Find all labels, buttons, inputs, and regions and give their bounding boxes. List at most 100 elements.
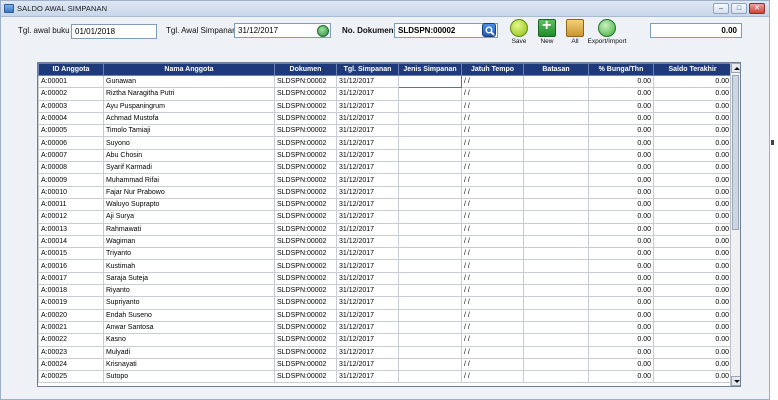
cell-nama-anggota[interactable]: Muhammad Rifai: [103, 173, 275, 187]
cell-bunga[interactable]: 0.00: [588, 173, 654, 187]
cell-jenis-simpanan[interactable]: [398, 345, 462, 359]
cell-dokumen[interactable]: SLDSPN:00002: [274, 308, 337, 322]
cell-tgl-simpanan[interactable]: 31/12/2017: [336, 111, 399, 126]
cell-dokumen[interactable]: SLDSPN:00002: [274, 234, 337, 249]
maximize-button[interactable]: □: [731, 3, 747, 14]
cell-saldo-terakhir[interactable]: 0.00: [653, 222, 732, 236]
cell-tgl-simpanan[interactable]: 31/12/2017: [336, 370, 399, 384]
cell-tgl-simpanan[interactable]: 31/12/2017: [336, 320, 399, 335]
cell-batasan[interactable]: [523, 320, 589, 335]
cell-nama-anggota[interactable]: Sutopo: [103, 370, 275, 384]
cell-dokumen[interactable]: SLDSPN:00002: [274, 99, 337, 113]
cell-id-anggota[interactable]: A:00019: [38, 296, 104, 310]
cell-dokumen[interactable]: SLDSPN:00002: [274, 148, 337, 163]
table-row[interactable]: A:00003 Ayu Puspaningrum SLDSPN:00002 31/12…: [38, 99, 732, 113]
cell-saldo-terakhir[interactable]: 0.00: [653, 320, 732, 335]
column-header-dokumen[interactable]: Dokumen: [274, 63, 337, 76]
column-header-id-anggota[interactable]: ID Anggota: [38, 63, 104, 76]
cell-bunga[interactable]: 0.00: [588, 296, 654, 310]
cell-nama-anggota[interactable]: Gunawan: [103, 74, 275, 89]
cell-jenis-simpanan[interactable]: [398, 234, 462, 249]
cell-nama-anggota[interactable]: Timolo Tamiaji: [103, 124, 275, 138]
cell-bunga[interactable]: 0.00: [588, 99, 654, 113]
scroll-thumb[interactable]: [732, 75, 739, 230]
table-row[interactable]: A:00022 Kasno SLDSPN:00002 31/12/2017 / / 0.0…: [38, 333, 732, 347]
cell-batasan[interactable]: [523, 74, 589, 89]
cell-dokumen[interactable]: SLDSPN:00002: [274, 173, 337, 187]
cell-jatuh-tempo[interactable]: / /: [461, 370, 524, 384]
cell-bunga[interactable]: 0.00: [588, 308, 654, 322]
cell-dokumen[interactable]: SLDSPN:00002: [274, 74, 337, 89]
cell-bunga[interactable]: 0.00: [588, 111, 654, 126]
cell-jatuh-tempo[interactable]: / /: [461, 99, 524, 113]
cell-dokumen[interactable]: SLDSPN:00002: [274, 259, 337, 273]
search-button[interactable]: [482, 23, 496, 37]
cell-jatuh-tempo[interactable]: / /: [461, 320, 524, 335]
cell-bunga[interactable]: 0.00: [588, 320, 654, 335]
cell-saldo-terakhir[interactable]: 0.00: [653, 370, 732, 384]
table-row[interactable]: A:00016 Kustimah SLDSPN:00002 31/12/2017 / /…: [38, 259, 732, 273]
table-row[interactable]: A:00012 Aji Surya SLDSPN:00002 31/12/2017 / …: [38, 210, 732, 224]
cell-jatuh-tempo[interactable]: / /: [461, 222, 524, 236]
cell-nama-anggota[interactable]: Mulyadi: [103, 345, 275, 359]
cell-jenis-simpanan[interactable]: [398, 370, 462, 384]
cell-saldo-terakhir[interactable]: 0.00: [653, 357, 732, 372]
cell-id-anggota[interactable]: A:00013: [38, 222, 104, 236]
cell-nama-anggota[interactable]: Suyono: [103, 136, 275, 150]
cell-tgl-simpanan[interactable]: 31/12/2017: [336, 148, 399, 163]
cell-nama-anggota[interactable]: Riyanto: [103, 284, 275, 298]
cell-dokumen[interactable]: SLDSPN:00002: [274, 161, 337, 175]
cell-batasan[interactable]: [523, 87, 589, 101]
cell-saldo-terakhir[interactable]: 0.00: [653, 136, 732, 150]
cell-jenis-simpanan[interactable]: [398, 148, 462, 163]
cell-batasan[interactable]: [523, 210, 589, 224]
cell-tgl-simpanan[interactable]: 31/12/2017: [336, 87, 399, 101]
cell-jatuh-tempo[interactable]: / /: [461, 136, 524, 150]
cell-bunga[interactable]: 0.00: [588, 259, 654, 273]
cell-jenis-simpanan[interactable]: [398, 173, 462, 187]
cell-dokumen[interactable]: SLDSPN:00002: [274, 333, 337, 347]
cell-saldo-terakhir[interactable]: 0.00: [653, 210, 732, 224]
cell-nama-anggota[interactable]: Endah Suseno: [103, 308, 275, 322]
cell-saldo-terakhir[interactable]: 0.00: [653, 185, 732, 199]
cell-dokumen[interactable]: SLDSPN:00002: [274, 87, 337, 101]
cell-id-anggota[interactable]: A:00017: [38, 271, 104, 286]
cell-jenis-simpanan[interactable]: [398, 197, 462, 212]
cell-batasan[interactable]: [523, 185, 589, 199]
scroll-down-button[interactable]: [731, 376, 740, 386]
cell-saldo-terakhir[interactable]: 0.00: [653, 87, 732, 101]
cell-jatuh-tempo[interactable]: / /: [461, 111, 524, 126]
cell-jenis-simpanan[interactable]: [398, 210, 462, 224]
cell-id-anggota[interactable]: A:00005: [38, 124, 104, 138]
cell-bunga[interactable]: 0.00: [588, 333, 654, 347]
table-row[interactable]: A:00017 Saraja Suteja SLDSPN:00002 31/12/20…: [38, 271, 732, 286]
cell-batasan[interactable]: [523, 271, 589, 286]
table-row[interactable]: A:00024 Krisnayati SLDSPN:00002 31/12/2017 /…: [38, 357, 732, 372]
cell-jenis-simpanan[interactable]: [398, 136, 462, 150]
cell-tgl-simpanan[interactable]: 31/12/2017: [336, 124, 399, 138]
cell-jatuh-tempo[interactable]: / /: [461, 271, 524, 286]
table-row[interactable]: A:00021 Anwar Santosa SLDSPN:00002 31/12/20…: [38, 320, 732, 335]
cell-jenis-simpanan[interactable]: [398, 87, 462, 101]
cell-dokumen[interactable]: SLDSPN:00002: [274, 222, 337, 236]
cell-jenis-simpanan[interactable]: [398, 357, 462, 372]
cell-nama-anggota[interactable]: Riztha Naragitha Putri: [103, 87, 275, 101]
cell-batasan[interactable]: [523, 247, 589, 261]
cell-jatuh-tempo[interactable]: / /: [461, 357, 524, 372]
cell-nama-anggota[interactable]: Wagiman: [103, 234, 275, 249]
cell-jatuh-tempo[interactable]: / /: [461, 173, 524, 187]
cell-jatuh-tempo[interactable]: / /: [461, 247, 524, 261]
cell-dokumen[interactable]: SLDSPN:00002: [274, 345, 337, 359]
cell-jatuh-tempo[interactable]: / /: [461, 161, 524, 175]
cell-bunga[interactable]: 0.00: [588, 124, 654, 138]
cell-nama-anggota[interactable]: Kasno: [103, 333, 275, 347]
cell-batasan[interactable]: [523, 111, 589, 126]
cell-batasan[interactable]: [523, 333, 589, 347]
cell-nama-anggota[interactable]: Supriyanto: [103, 296, 275, 310]
table-row[interactable]: A:00011 Waluyo Suprapto SLDSPN:00002 31/12/…: [38, 197, 732, 212]
cell-saldo-terakhir[interactable]: 0.00: [653, 197, 732, 212]
cell-bunga[interactable]: 0.00: [588, 234, 654, 249]
column-header-jatuh-tempo[interactable]: Jatuh Tempo: [461, 63, 524, 76]
table-row[interactable]: A:00007 Abu Chosin SLDSPN:00002 31/12/2017 /…: [38, 148, 732, 163]
cell-saldo-terakhir[interactable]: 0.00: [653, 296, 732, 310]
